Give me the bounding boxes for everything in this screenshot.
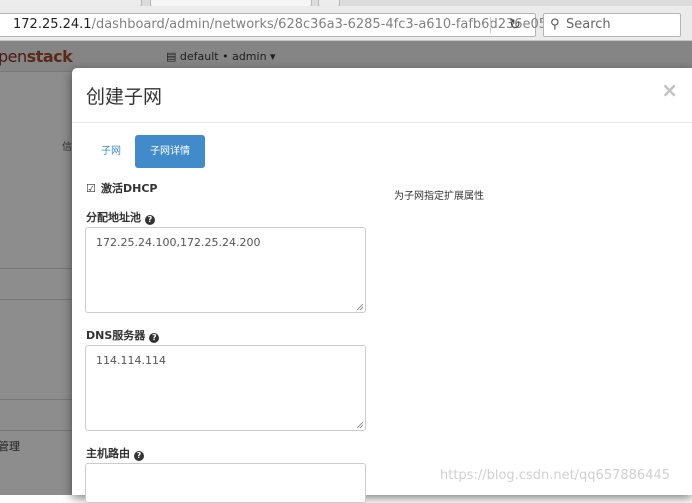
sidebar-divider [0, 268, 72, 269]
allocation-pools-value: 172.25.24.100,172.25.24.200 [96, 236, 261, 249]
project-menu[interactable]: ▤ default • admin ▾ [166, 50, 276, 63]
dhcp-label: 激活DHCP [101, 182, 158, 195]
project-menu-label: default • admin ▾ [179, 50, 276, 63]
tab-subnet-details[interactable]: 子网详情 [135, 135, 205, 168]
modal-title: 创建子网 [86, 86, 163, 108]
resize-handle-icon[interactable] [357, 304, 363, 310]
sidebar-item-admin[interactable]: 管理 [0, 438, 20, 454]
tab-description: 为子网指定扩展属性 [394, 191, 484, 202]
project-icon: ▤ [166, 50, 180, 63]
url-separator [490, 17, 491, 33]
reload-icon[interactable]: ↻ [501, 16, 529, 34]
checkbox-checked-icon[interactable]: ☑ [86, 182, 96, 195]
host-routes-textarea[interactable] [85, 463, 366, 503]
dns-servers-value: 114.114.114 [96, 354, 166, 367]
dns-label: DNS服务器? [86, 327, 160, 343]
url-bar[interactable]: 172.25.24.1/dashboard/admin/networks/628… [0, 13, 551, 37]
help-icon[interactable]: ? [134, 451, 144, 461]
sidebar-divider [0, 430, 72, 431]
url-path: /dashboard/admin/networks/628c36a3-6285-… [91, 17, 552, 32]
url-host: 172.25.24.1 [13, 17, 92, 32]
watermark-text: https://blog.csdn.net/qq657886445 [440, 468, 671, 483]
help-icon[interactable]: ? [149, 333, 160, 343]
sidebar-divider [0, 299, 72, 300]
search-box[interactable]: ⚲ Search [543, 13, 681, 37]
sidebar-divider [0, 399, 72, 400]
allocation-pools-textarea[interactable]: 172.25.24.100,172.25.24.200 [85, 227, 366, 313]
url-text: 172.25.24.1/dashboard/admin/networks/628… [13, 17, 551, 32]
logo-suffix: stack [26, 47, 73, 66]
host-routes-label: 主机路由? [86, 445, 144, 461]
close-icon[interactable]: × [661, 78, 678, 102]
help-icon[interactable]: ? [145, 215, 155, 225]
search-icon: ⚲ [550, 17, 560, 32]
logo-prefix: pen [0, 47, 27, 66]
dhcp-checkbox-row[interactable]: ☑ 激活DHCP [86, 180, 157, 196]
sidebar-text-fragment: 信 [62, 142, 72, 153]
dns-servers-textarea[interactable]: 114.114.114 [85, 345, 366, 431]
pool-label: 分配地址池? [86, 209, 155, 225]
host-routes-label-text: 主机路由 [86, 447, 130, 460]
navigation-bar: 172.25.24.1/dashboard/admin/networks/628… [0, 6, 692, 41]
search-placeholder: Search [566, 17, 611, 32]
tab-subnet[interactable]: 子网 [86, 135, 136, 168]
sidebar: 信 管理 [0, 72, 72, 495]
create-subnet-modal: 创建子网 × 子网 子网详情 ☑ 激活DHCP 分配地址池? 172.25.24.… [72, 68, 692, 503]
pool-label-text: 分配地址池 [86, 211, 141, 224]
dns-label-text: DNS服务器 [86, 329, 146, 342]
modal-header: 创建子网 × [72, 68, 692, 123]
resize-handle-icon[interactable] [357, 422, 363, 428]
openstack-logo[interactable]: penstack [0, 47, 73, 66]
